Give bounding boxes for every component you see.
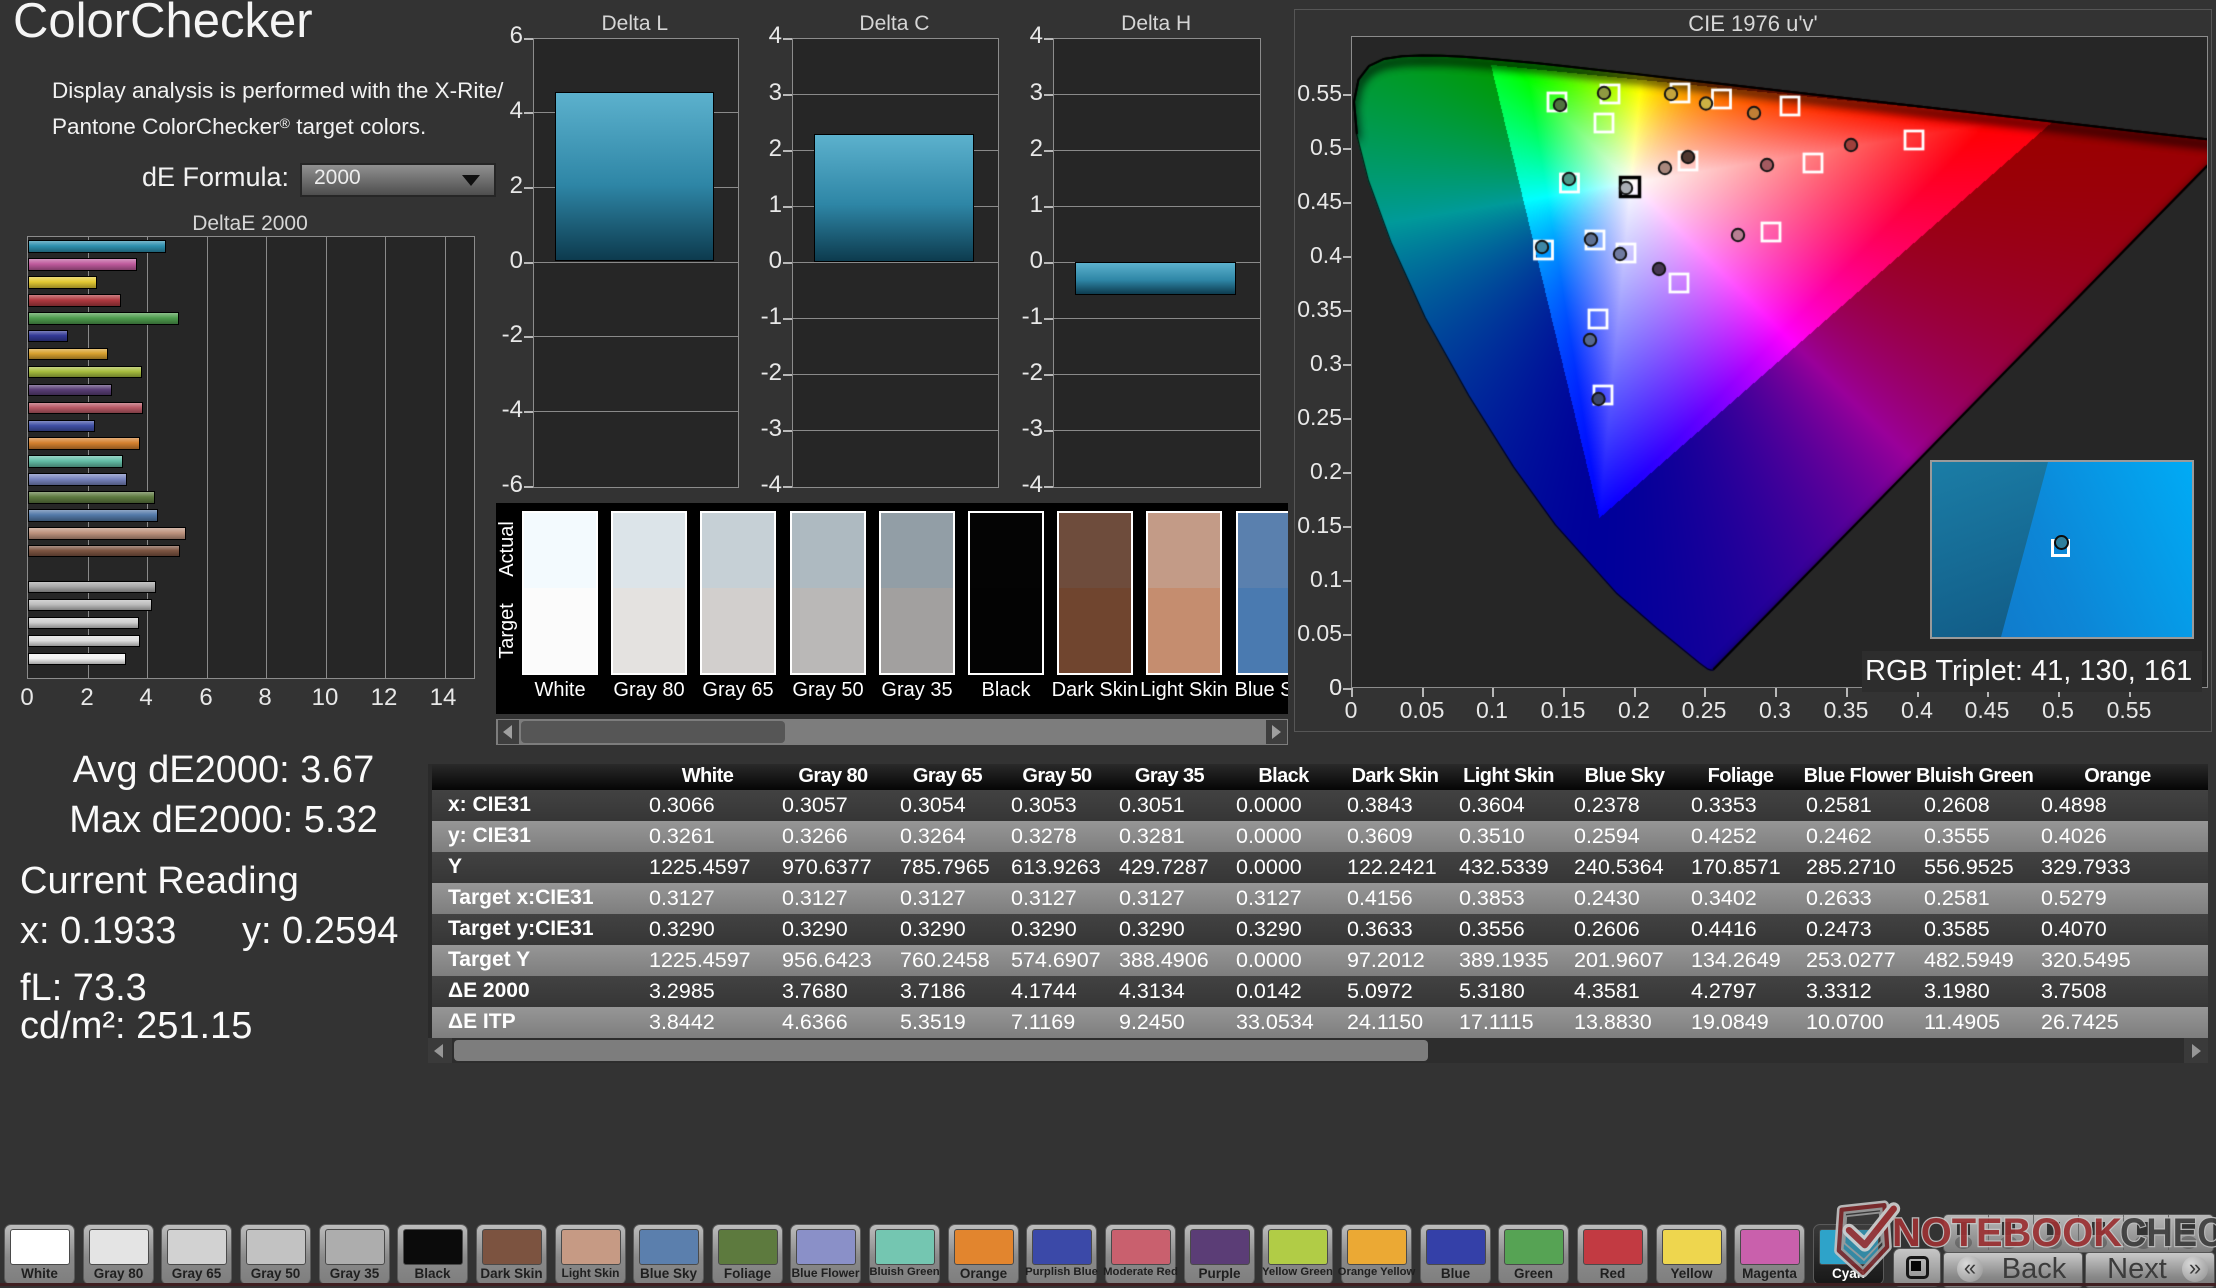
svg-text:NOTEBOOK: NOTEBOOK (1892, 1211, 2122, 1255)
svg-text:CHECK: CHECK (2120, 1211, 2216, 1255)
